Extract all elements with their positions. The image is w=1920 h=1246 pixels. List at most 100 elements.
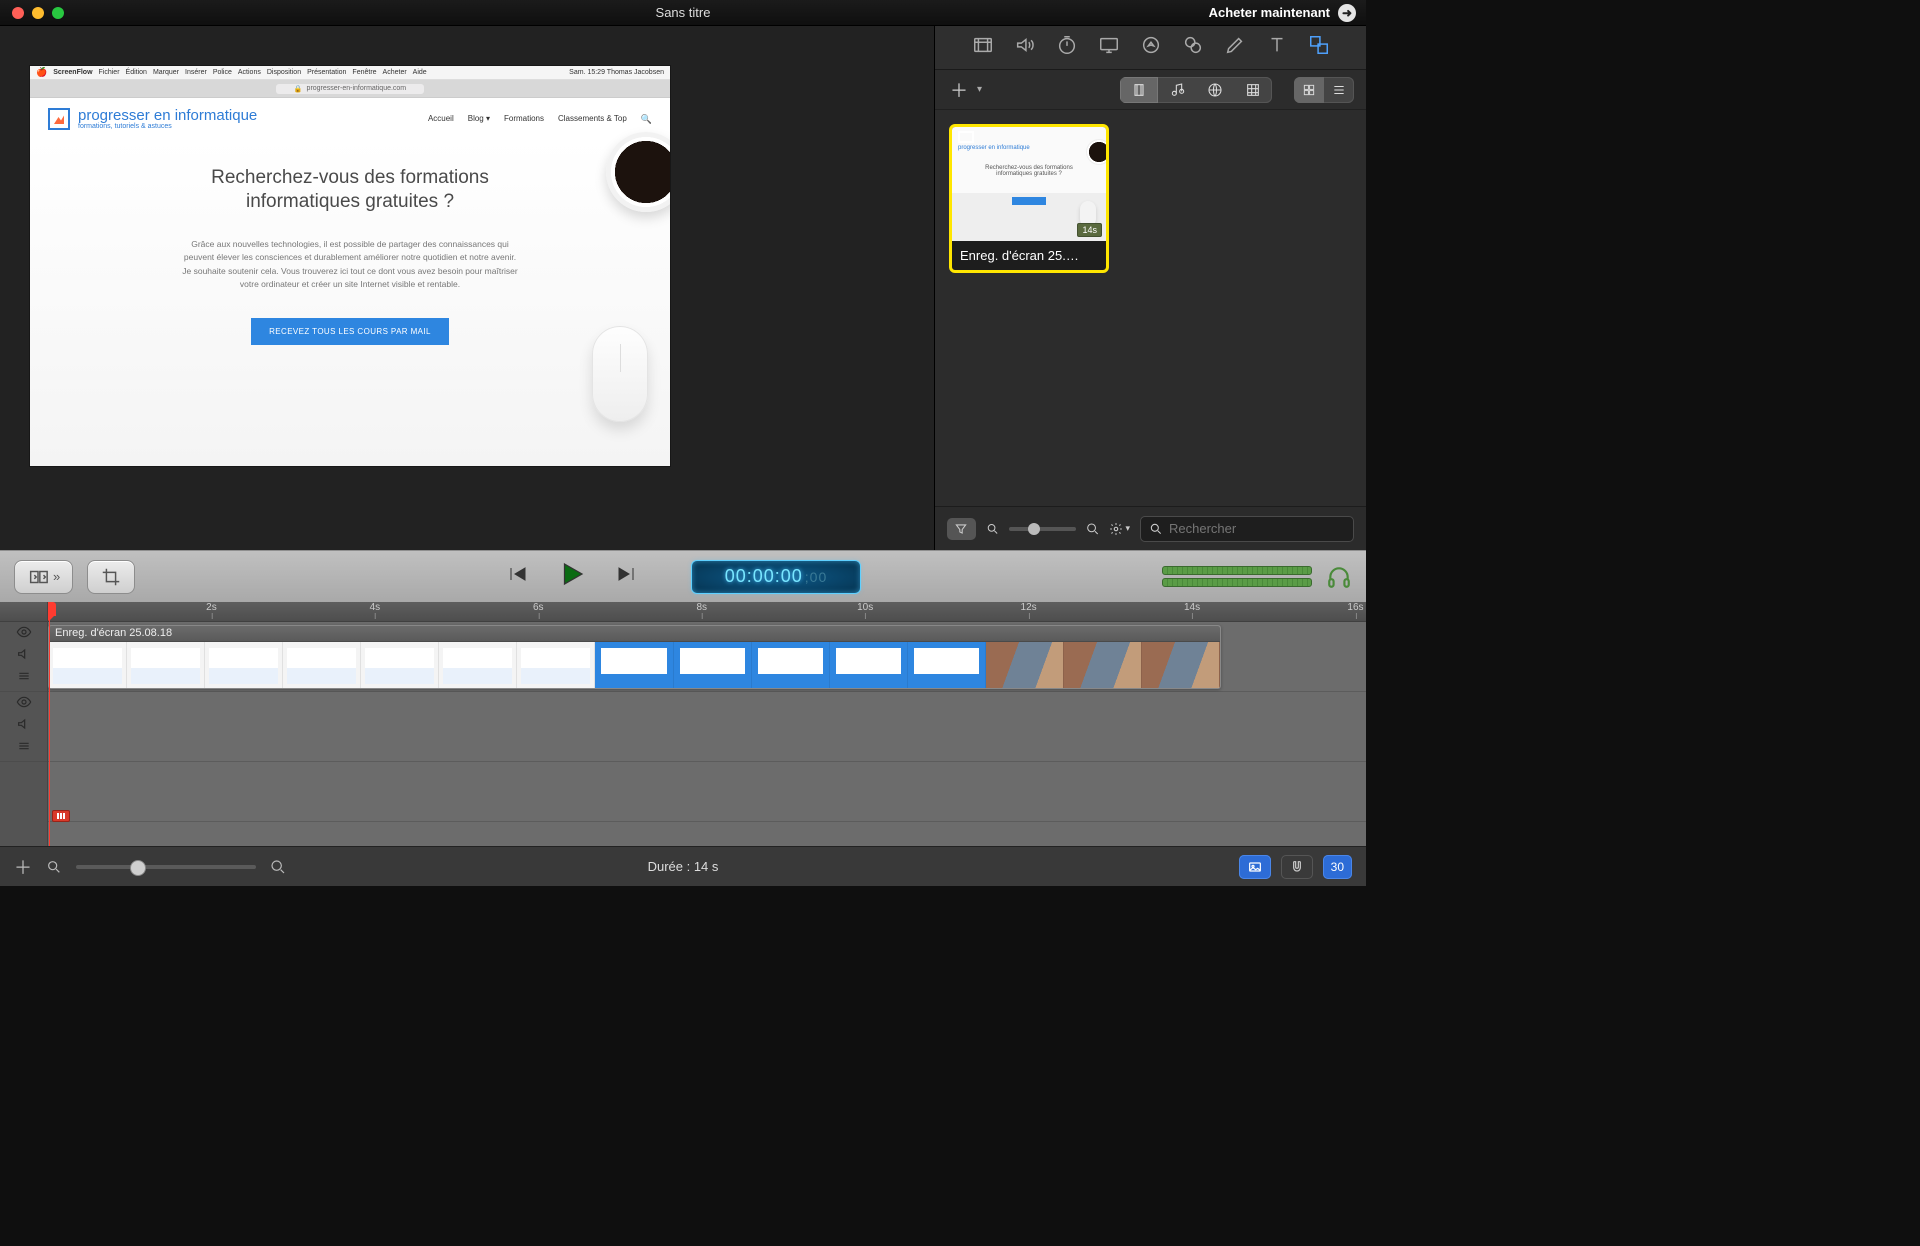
play-button[interactable]: [557, 559, 587, 594]
menu-icon[interactable]: [15, 668, 33, 684]
track-header-video[interactable]: [0, 622, 47, 692]
thumb-mini-button: [1012, 197, 1046, 205]
prev-button[interactable]: [505, 562, 529, 591]
text-icon[interactable]: [1266, 34, 1288, 61]
clip-thumbnails: [49, 642, 1220, 689]
thumbnails-toggle[interactable]: [1239, 855, 1271, 879]
eye-icon[interactable]: [16, 624, 32, 640]
track-row-3[interactable]: [48, 762, 1366, 822]
level-meter: [1162, 566, 1312, 588]
touch-icon[interactable]: [1182, 34, 1204, 61]
ruler-tick: 8s: [696, 602, 707, 613]
time-ruler[interactable]: 2s4s6s8s10s12s14s16s: [48, 602, 1366, 622]
chevron-down-icon: ▾: [1125, 523, 1130, 534]
preview-menu-item: Insérer: [185, 69, 207, 76]
add-media-button[interactable]: ＋: [947, 78, 971, 102]
crop-button[interactable]: [87, 560, 135, 594]
media-item[interactable]: progresser en informatique Recherchez-vo…: [949, 124, 1109, 273]
headphones-icon[interactable]: [1326, 564, 1352, 590]
window-title: Sans titre: [0, 5, 1366, 20]
fps-chip[interactable]: 30: [1323, 855, 1352, 879]
clip-frame: [517, 642, 595, 689]
preview-nav: AccueilBlog ▾FormationsClassements & Top…: [428, 114, 652, 125]
clip-nav-button[interactable]: »: [14, 560, 73, 594]
ruler-tick: 2s: [206, 602, 217, 613]
preview-menu-item: Fichier: [99, 69, 120, 76]
transport-controls: 00:00:00 ;00: [505, 559, 861, 594]
clip-frame: [439, 642, 517, 689]
media-thumbnail: progresser en informatique Recherchez-vo…: [952, 127, 1106, 241]
clip-frame: [205, 642, 283, 689]
mouse-image: [592, 326, 648, 422]
timer-icon[interactable]: [1056, 34, 1078, 61]
screen-icon[interactable]: [1098, 34, 1120, 61]
timecode-main: 00:00:00: [725, 566, 803, 587]
media-toolbar: ＋ ▾: [935, 70, 1366, 110]
preview-logo-title: progresser en informatique: [78, 108, 257, 123]
media-item-label: Enreg. d'écran 25.…: [952, 241, 1106, 270]
clip-frame: [908, 642, 986, 689]
preview-clock: Sam. 15:29 Thomas Jacobsen: [569, 69, 664, 76]
thumb-coffee-icon: [1086, 139, 1109, 165]
track-header-audio[interactable]: [0, 692, 47, 762]
coffee-cup-image: [606, 132, 670, 212]
clip-title: Enreg. d'écran 25.08.18: [49, 626, 1220, 642]
filter-button[interactable]: [947, 518, 976, 540]
timecode-frames: ;00: [805, 569, 827, 585]
eye-icon[interactable]: [16, 694, 32, 710]
clip-frame: [283, 642, 361, 689]
next-button[interactable]: [615, 562, 639, 591]
end-marker[interactable]: [52, 810, 70, 822]
track-row-2[interactable]: [48, 692, 1366, 762]
search-field[interactable]: [1140, 516, 1354, 542]
grid-view-icon[interactable]: [1294, 77, 1324, 103]
ruler-tick: 12s: [1021, 602, 1037, 613]
media-tab-globe[interactable]: [1196, 77, 1234, 103]
timeline-zoom-slider[interactable]: [76, 865, 256, 869]
search-icon: [1086, 522, 1099, 536]
clip-frame: [595, 642, 673, 689]
search-icon: 🔍: [641, 114, 652, 125]
track-row-1[interactable]: Enreg. d'écran 25.08.18: [48, 622, 1366, 692]
settings-button[interactable]: ▾: [1109, 522, 1130, 536]
preview-hero: Recherchez-vous des formations informati…: [30, 140, 670, 466]
media-library[interactable]: progresser en informatique Recherchez-vo…: [935, 110, 1366, 506]
media-tab-music[interactable]: [1158, 77, 1196, 103]
timeline-tracks-area[interactable]: 2s4s6s8s10s12s14s16s Enreg. d'écran 25.0…: [48, 602, 1366, 846]
clip-frame: [1142, 642, 1220, 689]
callout-icon[interactable]: [1140, 34, 1162, 61]
speaker-icon[interactable]: [16, 716, 32, 732]
audio-properties-icon[interactable]: [1014, 34, 1036, 61]
lock-icon: 🔒: [294, 85, 303, 93]
media-tab-local[interactable]: [1120, 77, 1158, 103]
status-bar: ＋ Durée : 14 s 30: [0, 846, 1366, 886]
buy-now-button[interactable]: Acheter maintenant ➜: [1209, 4, 1356, 22]
media-source-tabs: [1120, 77, 1272, 103]
timeline-clip[interactable]: Enreg. d'écran 25.08.18: [48, 625, 1221, 689]
video-properties-icon[interactable]: [972, 34, 994, 61]
buy-now-label: Acheter maintenant: [1209, 5, 1330, 20]
canvas-area[interactable]: 🍎 ScreenFlow FichierÉditionMarquerInsére…: [0, 26, 934, 550]
chevron-down-icon[interactable]: ▾: [977, 84, 982, 95]
menu-icon[interactable]: [15, 738, 33, 754]
inspector-tabs: [935, 26, 1366, 70]
timecode-display[interactable]: 00:00:00 ;00: [691, 560, 861, 594]
playhead[interactable]: [49, 602, 50, 846]
media-view-toggle: [1294, 77, 1354, 103]
multiframe-icon[interactable]: [1308, 34, 1330, 61]
preview-browser-chrome: 🔒progresser-en-informatique.com: [30, 80, 670, 98]
track-headers: [0, 602, 48, 846]
media-tab-grid[interactable]: [1234, 77, 1272, 103]
snap-toggle[interactable]: [1281, 855, 1313, 879]
preview-nav-item: Blog ▾: [468, 114, 490, 125]
ruler-tick: 10s: [857, 602, 873, 613]
preview-paragraph: Grâce aux nouvelles technologies, il est…: [180, 238, 520, 292]
annotations-icon[interactable]: [1224, 34, 1246, 61]
thumbnail-zoom-slider[interactable]: [1009, 527, 1076, 531]
add-track-button[interactable]: ＋: [14, 854, 32, 880]
thumb-mini-header: progresser en informatique: [958, 145, 1030, 151]
speaker-icon[interactable]: [16, 646, 32, 662]
clip-frame: [830, 642, 908, 689]
list-view-icon[interactable]: [1324, 77, 1354, 103]
search-input[interactable]: [1169, 521, 1345, 536]
